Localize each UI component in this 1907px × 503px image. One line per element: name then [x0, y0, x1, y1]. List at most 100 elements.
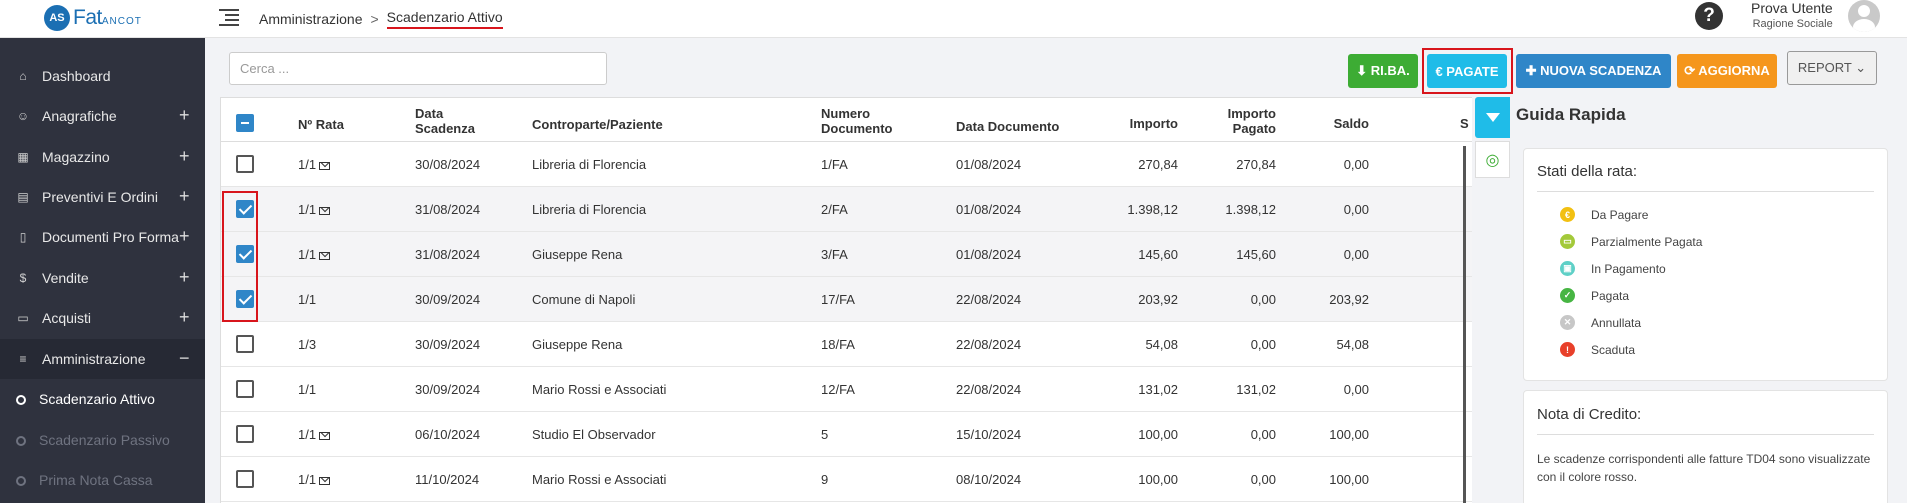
state-da-pagare-icon: € [1560, 207, 1575, 222]
due-date-cell: 31/08/2024 [415, 247, 481, 262]
doc-number-cell: 9 [821, 472, 829, 487]
report-dropdown[interactable]: REPORT ⌄ [1787, 51, 1877, 85]
counterparty-cell: Libreria di Florencia [532, 157, 647, 172]
col-importo[interactable]: Importo [1101, 116, 1178, 131]
row-checkbox[interactable] [236, 425, 254, 443]
breadcrumb: Amministrazione > Scadenzario Attivo [259, 9, 503, 29]
rata-cell: 1/1 [298, 382, 316, 397]
doc-number-cell: 1/FA [821, 157, 848, 172]
col-numero-documento[interactable]: Numero Documento [821, 106, 901, 136]
amount-cell: 100,00 [1138, 427, 1178, 442]
sidebar-item-anagrafiche[interactable]: ☺ Anagrafiche + [0, 96, 205, 136]
paid-amount-cell: 145,60 [1236, 247, 1276, 262]
col-importo-pagato[interactable]: Importo Pagato [1211, 106, 1276, 136]
paid-amount-cell: 0,00 [1250, 337, 1276, 352]
rata-value: 1/1 [298, 202, 317, 217]
help-icon[interactable]: ? [1695, 2, 1723, 30]
amount-cell: 203,92 [1138, 292, 1178, 307]
doc-date-cell: 15/10/2024 [956, 427, 1022, 442]
due-date-cell: 06/10/2024 [415, 427, 481, 442]
sidebar-item-prima-nota-cassa[interactable]: Prima Nota Cassa [0, 460, 205, 500]
sidebar-item-vendite[interactable]: $ Vendite + [0, 258, 205, 298]
breadcrumb-current: Scadenzario Attivo [386, 9, 503, 29]
col-data-documento[interactable]: Data Documento [956, 119, 1059, 134]
table-row[interactable]: 1/1 31/08/2024 Giuseppe Rena 3/FA 01/08/2024… [221, 232, 1472, 277]
credit-note-text: Le scadenze corrispondenti alle fatture … [1537, 452, 1871, 484]
doc-number-cell: 17/FA [821, 292, 855, 307]
paid-amount-cell: 0,00 [1250, 427, 1276, 442]
expand-icon[interactable]: + [179, 105, 190, 126]
col-stato[interactable]: S [1460, 116, 1469, 131]
table-row[interactable]: 1/1 11/10/2024 Mario Rossi e Associati 9 08/… [221, 457, 1472, 502]
collapse-icon[interactable]: − [179, 348, 190, 369]
select-all-checkbox[interactable] [236, 114, 254, 132]
sidebar-item-scadenzario-passivo[interactable]: Scadenzario Passivo [0, 420, 205, 460]
row-checkbox[interactable] [236, 470, 254, 488]
table-row[interactable]: 1/3 30/09/2024 Giuseppe Rena 18/FA 22/08/202… [221, 322, 1472, 367]
sidebar-item-documenti-pro-forma[interactable]: ▯ Documenti Pro Forma + [0, 217, 205, 257]
state-item: ✓ Pagata [1560, 288, 1629, 303]
table-row[interactable]: 1/1 30/09/2024 Comune di Napoli 17/FA 22/08/… [221, 277, 1472, 322]
col-data-scadenza[interactable]: Data Scadenza [415, 106, 485, 136]
paid-amount-cell: 1.398,12 [1225, 202, 1276, 217]
balance-cell: 54,08 [1336, 337, 1369, 352]
sidebar-item-dashboard[interactable]: ⌂ Dashboard [0, 56, 205, 96]
expand-icon[interactable]: + [179, 146, 190, 167]
rata-cell: 1/1 [298, 472, 331, 487]
doc-date-cell: 22/08/2024 [956, 292, 1022, 307]
rata-value: 1/1 [298, 292, 317, 307]
col-saldo[interactable]: Saldo [1301, 116, 1369, 131]
sidebar-item-magazzino[interactable]: ▦ Magazzino + [0, 137, 205, 177]
due-date-cell: 30/09/2024 [415, 382, 481, 397]
search-input[interactable]: Cerca ... [229, 52, 607, 85]
database-icon: ≡ [19, 352, 27, 366]
new-deadline-button[interactable]: ✚ NUOVA SCADENZA [1516, 54, 1671, 88]
sidebar: ⌂ Dashboard ☺ Anagrafiche + ▦ Magazzino + ▤ Preve… [0, 38, 205, 503]
sidebar-item-label: Dashboard [42, 68, 111, 84]
state-label: Pagata [1591, 288, 1630, 303]
col-rata[interactable]: Nº Rata [298, 117, 344, 132]
menu-toggle-icon[interactable] [219, 8, 239, 26]
states-title: Stati della rata: [1537, 163, 1638, 180]
due-date-cell: 30/09/2024 [415, 337, 481, 352]
row-checkbox[interactable] [236, 155, 254, 173]
sidebar-item-label: Scadenzario Passivo [39, 432, 170, 448]
paid-amount-cell: 0,00 [1250, 292, 1276, 307]
breadcrumb-separator: > [370, 11, 379, 27]
row-checkbox[interactable] [236, 380, 254, 398]
sidebar-item-scadenzario-attivo[interactable]: Scadenzario Attivo [0, 379, 205, 419]
user-info[interactable]: Prova Utente Ragione Sociale [1751, 0, 1833, 30]
avatar[interactable] [1848, 0, 1880, 32]
riba-button[interactable]: ⬇ RI.BA. [1348, 54, 1418, 88]
refresh-button[interactable]: ⟳ AGGIORNA [1677, 54, 1777, 88]
expand-icon[interactable]: + [179, 307, 190, 328]
state-in-pagamento-icon: ▣ [1560, 261, 1575, 276]
circle-icon [16, 436, 26, 446]
doc-number-cell: 12/FA [821, 382, 855, 397]
lifebuoy-icon[interactable]: ◎ [1475, 141, 1510, 178]
table-row[interactable]: 1/1 06/10/2024 Studio El Observador 5 15/10/… [221, 412, 1472, 457]
table-header: Nº Rata Data Scadenza Controparte/Pazien… [221, 97, 1472, 142]
sidebar-item-acquisti[interactable]: ▭ Acquisti + [0, 298, 205, 338]
expand-icon[interactable]: + [179, 267, 190, 288]
expand-icon[interactable]: + [179, 226, 190, 247]
expand-icon[interactable]: + [179, 186, 190, 207]
app-logo[interactable]: AS FatANCOT [44, 5, 142, 31]
sidebar-item-amministrazione[interactable]: ≡ Amministrazione − [0, 339, 205, 379]
top-bar: AS FatANCOT Amministrazione > Scadenzari… [0, 0, 1907, 38]
table-row[interactable]: 1/1 30/08/2024 Libreria di Florencia 1/FA 01… [221, 142, 1472, 187]
row-checkbox[interactable] [236, 335, 254, 353]
balance-cell: 0,00 [1343, 382, 1369, 397]
table-scrollbar[interactable] [1463, 146, 1466, 503]
filter-icon[interactable] [1475, 97, 1510, 138]
balance-cell: 203,92 [1329, 292, 1369, 307]
credit-note-title: Nota di Credito: [1537, 406, 1642, 423]
state-item: ▭ Parzialmente Pagata [1560, 234, 1702, 249]
doc-number-cell: 3/FA [821, 247, 848, 262]
breadcrumb-root[interactable]: Amministrazione [259, 11, 362, 27]
sidebar-item-preventivi-e-ordini[interactable]: ▤ Preventivi E Ordini + [0, 177, 205, 217]
table-row[interactable]: 1/1 30/09/2024 Mario Rossi e Associati 12/F… [221, 367, 1472, 412]
col-controparte[interactable]: Controparte/Paziente [532, 117, 663, 132]
table-row[interactable]: 1/1 31/08/2024 Libreria di Florencia 2/FA 01… [221, 187, 1472, 232]
paid-amount-cell: 270,84 [1236, 157, 1276, 172]
